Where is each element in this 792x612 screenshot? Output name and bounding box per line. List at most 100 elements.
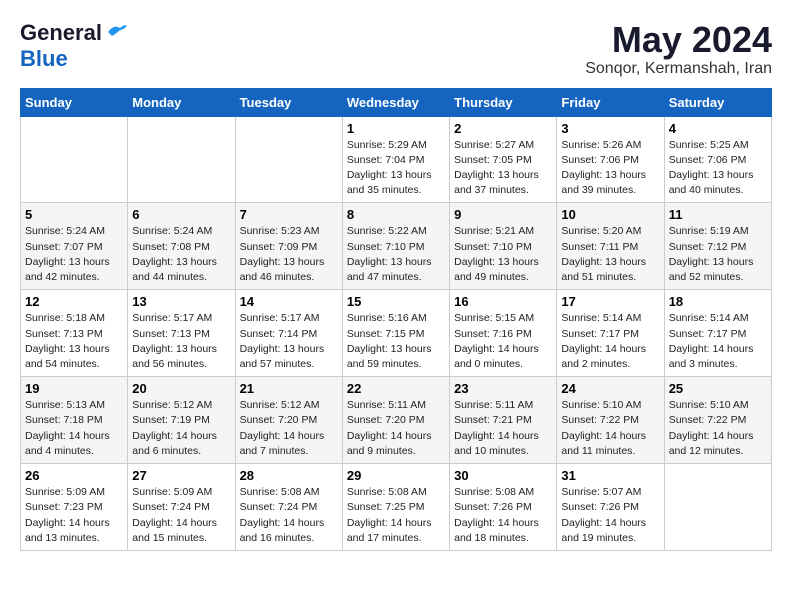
- day-info: Sunrise: 5:08 AM Sunset: 7:25 PM Dayligh…: [347, 485, 445, 546]
- calendar-title: May 2024: [585, 20, 772, 60]
- day-info: Sunrise: 5:09 AM Sunset: 7:24 PM Dayligh…: [132, 485, 230, 546]
- day-number: 26: [25, 468, 123, 483]
- calendar-cell: 12Sunrise: 5:18 AM Sunset: 7:13 PM Dayli…: [21, 290, 128, 377]
- day-info: Sunrise: 5:11 AM Sunset: 7:21 PM Dayligh…: [454, 398, 552, 459]
- calendar-cell: 28 Sunrise: 5:08 AM Sunset: 7:24 PM Dayli…: [235, 464, 342, 551]
- weekday-header-monday: Monday: [128, 88, 235, 116]
- day-info: Sunrise: 5:08 AM Sunset: 7:26 PM Dayligh…: [454, 485, 552, 546]
- calendar-cell: 23Sunrise: 5:11 AM Sunset: 7:21 PM Dayli…: [450, 377, 557, 464]
- calendar-cell: 18 Sunrise: 5:14 AM Sunset: 7:17 PM Dayli…: [664, 290, 771, 377]
- day-number: 3: [561, 121, 659, 136]
- day-info: Sunrise: 5:19 AM Sunset: 7:12 PM Dayligh…: [669, 224, 767, 285]
- day-number: 19: [25, 381, 123, 396]
- day-number: 9: [454, 207, 552, 222]
- day-info: Sunrise: 5:25 AM Sunset: 7:06 PM Dayligh…: [669, 138, 767, 199]
- day-number: 7: [240, 207, 338, 222]
- day-number: 8: [347, 207, 445, 222]
- day-number: 29: [347, 468, 445, 483]
- day-number: 20: [132, 381, 230, 396]
- calendar-subtitle: Sonqor, Kermanshah, Iran: [585, 60, 772, 78]
- weekday-header-tuesday: Tuesday: [235, 88, 342, 116]
- title-area: May 2024 Sonqor, Kermanshah, Iran: [585, 20, 772, 78]
- weekday-header-saturday: Saturday: [664, 88, 771, 116]
- calendar-cell: 4 Sunrise: 5:25 AM Sunset: 7:06 PM Daylig…: [664, 116, 771, 203]
- logo-general: General: [20, 20, 102, 46]
- day-number: 28: [240, 468, 338, 483]
- day-info: Sunrise: 5:07 AM Sunset: 7:26 PM Dayligh…: [561, 485, 659, 546]
- day-number: 21: [240, 381, 338, 396]
- header: General Blue May 2024 Sonqor, Kermanshah…: [20, 20, 772, 78]
- calendar-cell: 25 Sunrise: 5:10 AM Sunset: 7:22 PM Dayli…: [664, 377, 771, 464]
- day-info: Sunrise: 5:08 AM Sunset: 7:24 PM Dayligh…: [240, 485, 338, 546]
- calendar-cell: 16 Sunrise: 5:15 AM Sunset: 7:16 PM Dayli…: [450, 290, 557, 377]
- calendar-cell: 19 Sunrise: 5:13 AM Sunset: 7:18 PM Dayli…: [21, 377, 128, 464]
- calendar-cell: 15Sunrise: 5:16 AM Sunset: 7:15 PM Dayli…: [342, 290, 449, 377]
- calendar-cell: 7Sunrise: 5:23 AM Sunset: 7:09 PM Daylig…: [235, 203, 342, 290]
- logo: General Blue: [20, 20, 128, 72]
- logo-blue: Blue: [20, 46, 68, 71]
- calendar-cell: [664, 464, 771, 551]
- day-number: 18: [669, 294, 767, 309]
- calendar-cell: 1 Sunrise: 5:29 AM Sunset: 7:04 PM Daylig…: [342, 116, 449, 203]
- calendar-cell: 26 Sunrise: 5:09 AM Sunset: 7:23 PM Dayli…: [21, 464, 128, 551]
- day-info: Sunrise: 5:14 AM Sunset: 7:17 PM Dayligh…: [561, 311, 659, 372]
- calendar-cell: [128, 116, 235, 203]
- day-info: Sunrise: 5:12 AM Sunset: 7:19 PM Dayligh…: [132, 398, 230, 459]
- calendar-table: SundayMondayTuesdayWednesdayThursdayFrid…: [20, 88, 772, 551]
- day-info: Sunrise: 5:14 AM Sunset: 7:17 PM Dayligh…: [669, 311, 767, 372]
- week-row-1: 1 Sunrise: 5:29 AM Sunset: 7:04 PM Daylig…: [21, 116, 772, 203]
- day-number: 4: [669, 121, 767, 136]
- day-number: 30: [454, 468, 552, 483]
- calendar-cell: 22Sunrise: 5:11 AM Sunset: 7:20 PM Dayli…: [342, 377, 449, 464]
- calendar-cell: 29 Sunrise: 5:08 AM Sunset: 7:25 PM Dayli…: [342, 464, 449, 551]
- day-info: Sunrise: 5:12 AM Sunset: 7:20 PM Dayligh…: [240, 398, 338, 459]
- weekday-header-friday: Friday: [557, 88, 664, 116]
- day-info: Sunrise: 5:29 AM Sunset: 7:04 PM Dayligh…: [347, 138, 445, 199]
- weekday-header-wednesday: Wednesday: [342, 88, 449, 116]
- day-number: 16: [454, 294, 552, 309]
- calendar-cell: 9 Sunrise: 5:21 AM Sunset: 7:10 PM Daylig…: [450, 203, 557, 290]
- calendar-cell: [21, 116, 128, 203]
- day-info: Sunrise: 5:22 AM Sunset: 7:10 PM Dayligh…: [347, 224, 445, 285]
- calendar-cell: 20 Sunrise: 5:12 AM Sunset: 7:19 PM Dayli…: [128, 377, 235, 464]
- calendar-cell: 6Sunrise: 5:24 AM Sunset: 7:08 PM Daylig…: [128, 203, 235, 290]
- calendar-cell: 21 Sunrise: 5:12 AM Sunset: 7:20 PM Dayli…: [235, 377, 342, 464]
- calendar-cell: 13 Sunrise: 5:17 AM Sunset: 7:13 PM Dayli…: [128, 290, 235, 377]
- day-info: Sunrise: 5:27 AM Sunset: 7:05 PM Dayligh…: [454, 138, 552, 199]
- day-number: 13: [132, 294, 230, 309]
- day-info: Sunrise: 5:18 AM Sunset: 7:13 PM Dayligh…: [25, 311, 123, 372]
- day-info: Sunrise: 5:26 AM Sunset: 7:06 PM Dayligh…: [561, 138, 659, 199]
- day-info: Sunrise: 5:09 AM Sunset: 7:23 PM Dayligh…: [25, 485, 123, 546]
- calendar-cell: 24 Sunrise: 5:10 AM Sunset: 7:22 PM Dayli…: [557, 377, 664, 464]
- day-number: 2: [454, 121, 552, 136]
- weekday-header-thursday: Thursday: [450, 88, 557, 116]
- day-info: Sunrise: 5:10 AM Sunset: 7:22 PM Dayligh…: [669, 398, 767, 459]
- day-info: Sunrise: 5:15 AM Sunset: 7:16 PM Dayligh…: [454, 311, 552, 372]
- calendar-cell: 30 Sunrise: 5:08 AM Sunset: 7:26 PM Dayli…: [450, 464, 557, 551]
- day-number: 14: [240, 294, 338, 309]
- day-number: 25: [669, 381, 767, 396]
- calendar-cell: 3 Sunrise: 5:26 AM Sunset: 7:06 PM Daylig…: [557, 116, 664, 203]
- calendar-cell: [235, 116, 342, 203]
- calendar-cell: 27 Sunrise: 5:09 AM Sunset: 7:24 PM Dayli…: [128, 464, 235, 551]
- day-info: Sunrise: 5:17 AM Sunset: 7:13 PM Dayligh…: [132, 311, 230, 372]
- day-info: Sunrise: 5:16 AM Sunset: 7:15 PM Dayligh…: [347, 311, 445, 372]
- calendar-cell: 11Sunrise: 5:19 AM Sunset: 7:12 PM Dayli…: [664, 203, 771, 290]
- weekday-header-sunday: Sunday: [21, 88, 128, 116]
- calendar-cell: 17 Sunrise: 5:14 AM Sunset: 7:17 PM Dayli…: [557, 290, 664, 377]
- week-row-4: 19 Sunrise: 5:13 AM Sunset: 7:18 PM Dayli…: [21, 377, 772, 464]
- day-number: 17: [561, 294, 659, 309]
- day-info: Sunrise: 5:13 AM Sunset: 7:18 PM Dayligh…: [25, 398, 123, 459]
- day-number: 24: [561, 381, 659, 396]
- day-info: Sunrise: 5:21 AM Sunset: 7:10 PM Dayligh…: [454, 224, 552, 285]
- day-number: 27: [132, 468, 230, 483]
- calendar-cell: 5Sunrise: 5:24 AM Sunset: 7:07 PM Daylig…: [21, 203, 128, 290]
- logo-bird-icon: [106, 22, 128, 40]
- day-info: Sunrise: 5:20 AM Sunset: 7:11 PM Dayligh…: [561, 224, 659, 285]
- day-number: 1: [347, 121, 445, 136]
- calendar-cell: 8 Sunrise: 5:22 AM Sunset: 7:10 PM Daylig…: [342, 203, 449, 290]
- day-info: Sunrise: 5:11 AM Sunset: 7:20 PM Dayligh…: [347, 398, 445, 459]
- day-info: Sunrise: 5:10 AM Sunset: 7:22 PM Dayligh…: [561, 398, 659, 459]
- day-number: 6: [132, 207, 230, 222]
- day-info: Sunrise: 5:24 AM Sunset: 7:07 PM Dayligh…: [25, 224, 123, 285]
